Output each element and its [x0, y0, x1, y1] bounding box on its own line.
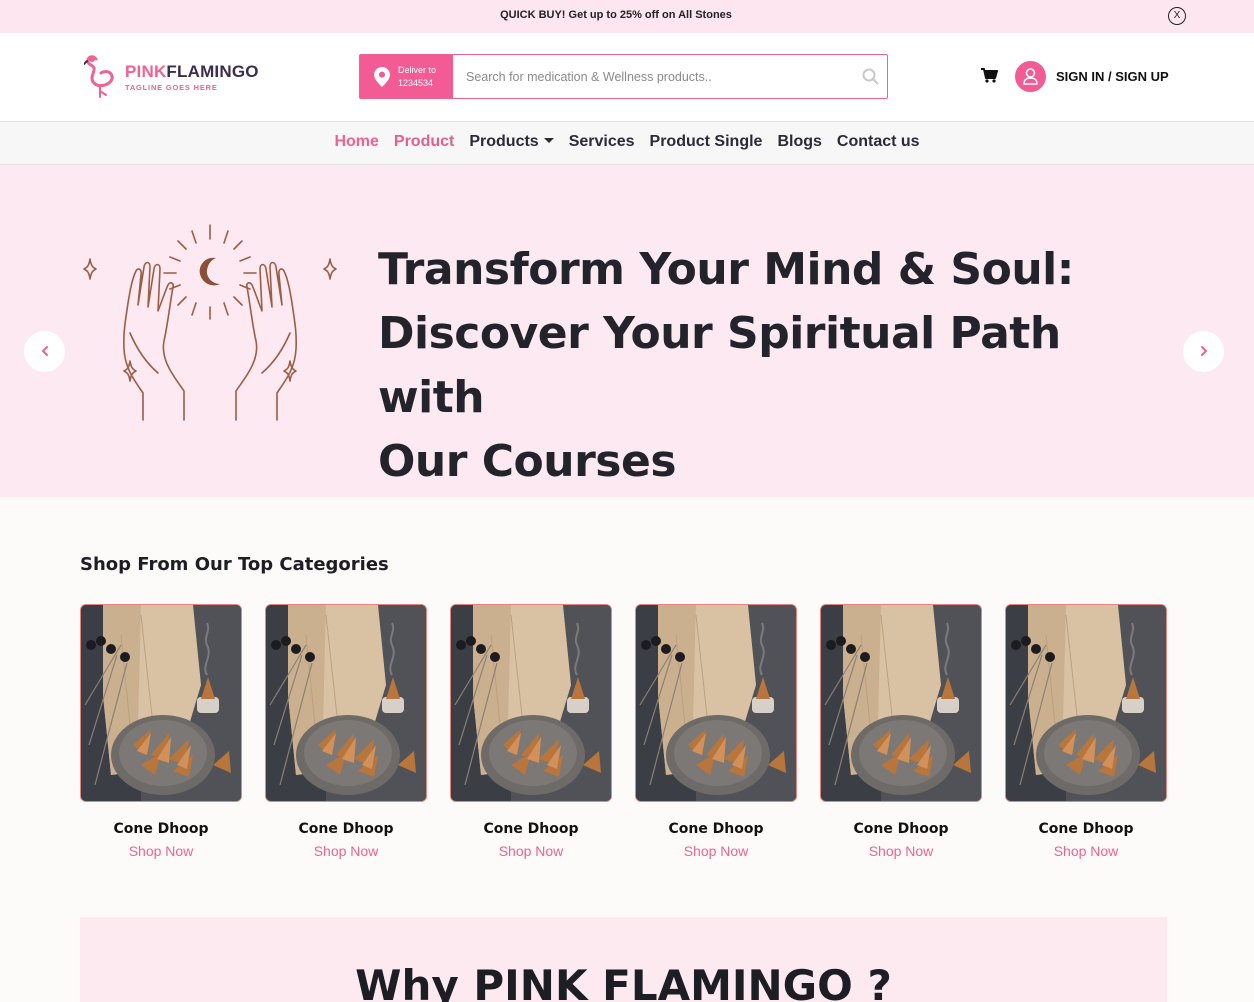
nav-home[interactable]: Home [334, 133, 378, 151]
chevron-left-icon [42, 346, 48, 356]
chevron-right-icon [1201, 346, 1207, 356]
category-image[interactable] [635, 604, 797, 802]
hero-prev-button[interactable] [24, 331, 65, 372]
close-announcement-button[interactable]: X [1168, 7, 1186, 25]
hero-heading: Transform Your Mind & Soul: Discover You… [378, 238, 1158, 494]
category-card[interactable]: Cone Dhoop Shop Now [450, 604, 612, 859]
search-bar: Deliver to 1234534 [359, 54, 888, 99]
nav-contact[interactable]: Contact us [837, 133, 920, 151]
announcement-bar: QUICK BUY! Get up to 25% off on All Ston… [0, 0, 1254, 33]
hero-next-button[interactable] [1183, 331, 1224, 372]
cart-icon[interactable] [981, 68, 998, 83]
hero-heading-line1: Transform Your Mind & Soul: [378, 244, 1074, 295]
category-image[interactable] [265, 604, 427, 802]
category-image[interactable] [820, 604, 982, 802]
category-image[interactable] [80, 604, 242, 802]
nav-product-single[interactable]: Product Single [650, 133, 763, 151]
category-name: Cone Dhoop [113, 821, 209, 837]
hero-heading-line3: Our Courses [378, 436, 677, 487]
deliver-to-button[interactable]: Deliver to 1234534 [360, 55, 453, 98]
nav-services[interactable]: Services [569, 133, 635, 151]
why-heading: Why PINK FLAMINGO ? [355, 961, 892, 1002]
deliver-code: 1234534 [398, 78, 434, 88]
flamingo-icon [84, 55, 114, 98]
category-name: Cone Dhoop [1038, 821, 1134, 837]
category-name: Cone Dhoop [298, 821, 394, 837]
categories-heading: Shop From Our Top Categories [80, 554, 389, 575]
user-avatar[interactable] [1015, 61, 1046, 92]
deliver-label: Deliver to [398, 65, 437, 75]
category-card[interactable]: Cone Dhoop Shop Now [1005, 604, 1167, 859]
why-section: Why PINK FLAMINGO ? [80, 917, 1167, 1002]
spiritual-hands-illustration [83, 224, 337, 421]
site-header: PINKFLAMINGO TAGLINE GOES HERE Deliver t… [0, 33, 1254, 121]
category-card[interactable]: Cone Dhoop Shop Now [820, 604, 982, 859]
location-pin-icon [374, 67, 390, 87]
shop-now-link[interactable]: Shop Now [820, 843, 982, 859]
search-input[interactable] [466, 66, 846, 88]
category-image[interactable] [1005, 604, 1167, 802]
shop-now-link[interactable]: Shop Now [450, 843, 612, 859]
shop-now-link[interactable]: Shop Now [265, 843, 427, 859]
shop-now-link[interactable]: Shop Now [1005, 843, 1167, 859]
brand-wordmark: PINKFLAMINGO [125, 62, 259, 81]
search-icon[interactable] [862, 68, 879, 85]
shop-now-link[interactable]: Shop Now [80, 843, 242, 859]
category-name: Cone Dhoop [668, 821, 764, 837]
main-nav: Home Product Products Services Product S… [0, 121, 1254, 165]
category-image[interactable] [450, 604, 612, 802]
shop-now-link[interactable]: Shop Now [635, 843, 797, 859]
chevron-down-icon [543, 137, 554, 143]
sign-in-link[interactable]: SIGN IN / SIGN UP [1056, 69, 1169, 84]
category-card[interactable]: Cone Dhoop Shop Now [635, 604, 797, 859]
brand-logo[interactable]: PINKFLAMINGO TAGLINE GOES HERE [84, 53, 258, 99]
category-card[interactable]: Cone Dhoop Shop Now [80, 604, 242, 859]
user-icon [1023, 68, 1038, 85]
hero-heading-line2: Discover Your Spiritual Path with [378, 308, 1061, 423]
nav-blogs[interactable]: Blogs [777, 133, 821, 151]
brand-tagline: TAGLINE GOES HERE [125, 83, 218, 92]
category-name: Cone Dhoop [483, 821, 579, 837]
category-name: Cone Dhoop [853, 821, 949, 837]
nav-product[interactable]: Product [394, 133, 454, 151]
nav-products-dropdown[interactable]: Products [469, 133, 554, 151]
announcement-text: QUICK BUY! Get up to 25% off on All Ston… [500, 9, 732, 21]
nav-products: Products [469, 133, 539, 150]
hero-banner: Transform Your Mind & Soul: Discover You… [0, 165, 1254, 497]
category-card[interactable]: Cone Dhoop Shop Now [265, 604, 427, 859]
